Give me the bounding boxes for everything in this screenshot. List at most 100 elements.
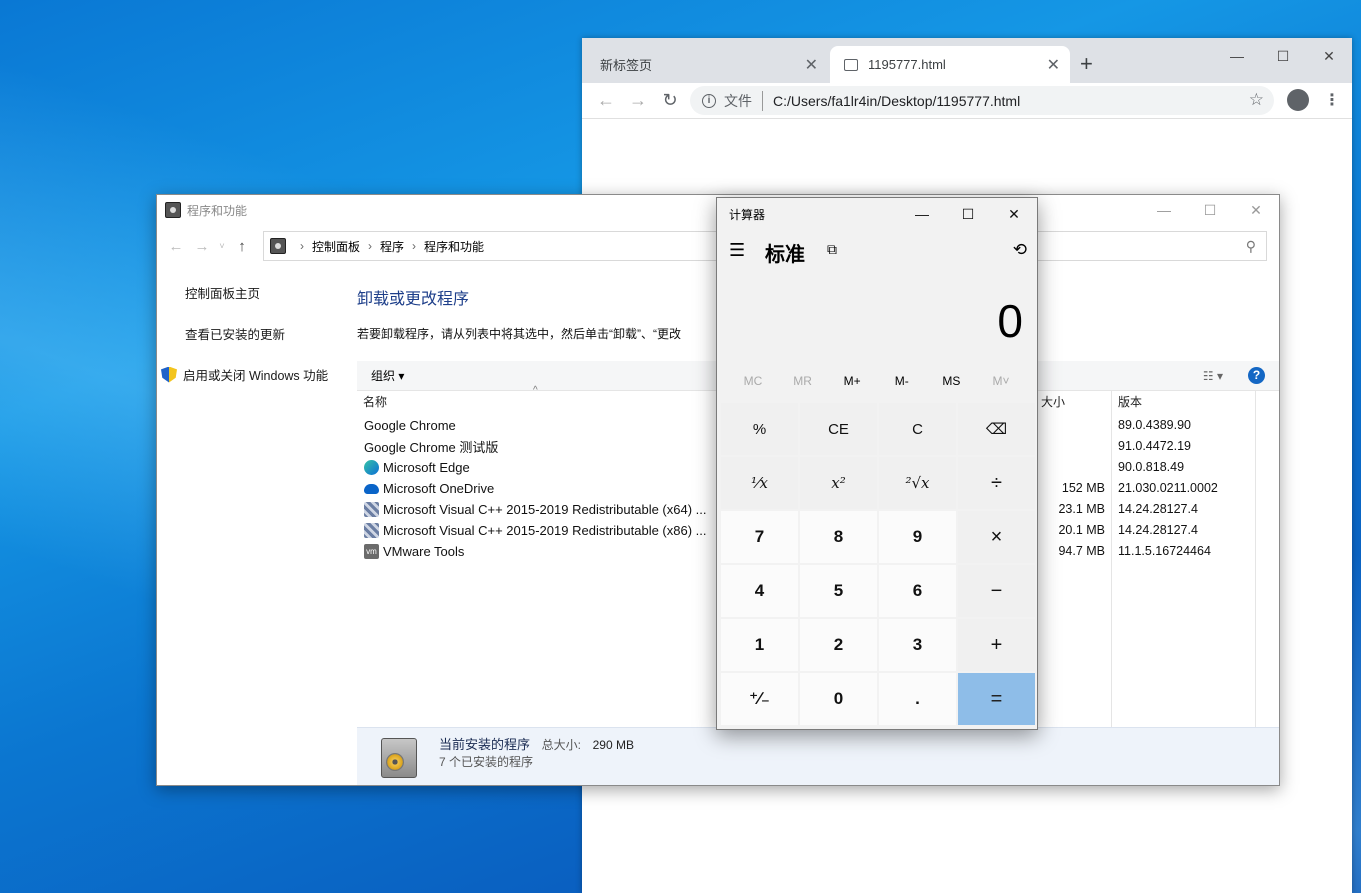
search-icon[interactable]: ⚲: [1246, 238, 1256, 255]
version-cell: 14.24.28127.4: [1118, 523, 1198, 537]
star-icon[interactable]: ☆: [1249, 90, 1264, 110]
recent-chevron-icon[interactable]: ˅: [215, 241, 229, 251]
edge-icon: [364, 460, 379, 475]
minimize-icon[interactable]: —: [1141, 195, 1187, 225]
multiply-key[interactable]: ×: [958, 511, 1035, 563]
view-options-icon[interactable]: ☷ ▾: [1203, 369, 1223, 383]
digit-7-key[interactable]: 7: [721, 511, 798, 563]
window-controls: — ☐ ✕: [1141, 195, 1279, 225]
memory-add-button[interactable]: M+: [832, 374, 872, 388]
tab-label: 新标签页: [600, 58, 653, 73]
close-icon[interactable]: ✕: [991, 198, 1037, 230]
decimal-key[interactable]: .: [879, 673, 956, 725]
list-item[interactable]: vm VMware Tools: [364, 541, 706, 562]
tab-html-file[interactable]: 1195777.html ✕: [830, 46, 1070, 83]
column-header-name[interactable]: 名称: [363, 393, 387, 410]
list-item[interactable]: Microsoft Edge: [364, 457, 706, 478]
address-bar[interactable]: i 文件 C:/Users/fa1lr4in/Desktop/1195777.h…: [690, 86, 1274, 115]
sidebar-link-home[interactable]: 控制面板主页: [185, 283, 352, 302]
installer-icon: [364, 523, 379, 538]
sort-ascending-icon: ^: [533, 385, 538, 396]
memory-subtract-button[interactable]: M-: [882, 374, 922, 388]
version-cell: 90.0.818.49: [1118, 460, 1185, 474]
digit-0-key[interactable]: 0: [800, 673, 877, 725]
maximize-icon[interactable]: ☐: [1260, 42, 1306, 70]
memory-recall-button[interactable]: MR: [783, 374, 823, 388]
up-icon[interactable]: ↑: [229, 238, 255, 255]
help-icon[interactable]: ?: [1248, 367, 1265, 384]
column-header-version[interactable]: 版本: [1118, 393, 1142, 410]
vmware-icon: vm: [364, 544, 379, 559]
close-icon[interactable]: ✕: [1047, 55, 1060, 75]
divide-key[interactable]: ÷: [958, 457, 1035, 509]
column-header-size[interactable]: 大小: [1041, 393, 1065, 410]
new-tab-button[interactable]: +: [1080, 51, 1093, 77]
clear-entry-key[interactable]: CE: [800, 403, 877, 455]
list-item[interactable]: Google Chrome 测试版: [364, 436, 961, 468]
backspace-key[interactable]: ⌫: [958, 403, 1035, 455]
info-icon[interactable]: i: [702, 93, 716, 108]
digit-6-key[interactable]: 6: [879, 565, 956, 617]
sidebar-link-features[interactable]: 启用或关闭 Windows 功能: [161, 365, 328, 384]
main-header: 卸载或更改程序 若要卸载程序，请从列表中将其选中，然后单击“卸载”、“更改: [357, 285, 681, 342]
reload-icon[interactable]: ↻: [654, 90, 686, 111]
percent-key[interactable]: %: [721, 403, 798, 455]
minimize-icon[interactable]: —: [899, 198, 945, 230]
sidebar-link-updates[interactable]: 查看已安装的更新: [185, 324, 352, 343]
maximize-icon[interactable]: ☐: [1187, 195, 1233, 225]
keep-on-top-icon[interactable]: ⧉: [827, 241, 837, 258]
square-key[interactable]: x²: [800, 457, 877, 509]
list-item[interactable]: Google Chrome: [364, 415, 961, 468]
subtract-key[interactable]: −: [958, 565, 1035, 617]
digit-4-key[interactable]: 4: [721, 565, 798, 617]
digit-3-key[interactable]: 3: [879, 619, 956, 671]
memory-list-button[interactable]: M˅: [981, 374, 1021, 388]
tab-new-tab[interactable]: 新标签页 ✕: [586, 46, 828, 83]
list-item[interactable]: Microsoft Visual C++ 2015-2019 Redistrib…: [364, 520, 706, 541]
hamburger-menu-icon[interactable]: ☰: [729, 240, 745, 261]
forward-icon[interactable]: →: [622, 90, 654, 111]
reciprocal-key[interactable]: ¹⁄x: [721, 457, 798, 509]
digit-9-key[interactable]: 9: [879, 511, 956, 563]
close-icon[interactable]: ✕: [1306, 42, 1352, 70]
list-item[interactable]: Microsoft Visual C++ 2015-2019 Redistrib…: [364, 499, 706, 520]
sidebar: 控制面板主页 查看已安装的更新 启用或关闭 Windows 功能: [161, 283, 352, 406]
minimize-icon[interactable]: —: [1214, 42, 1260, 70]
digit-2-key[interactable]: 2: [800, 619, 877, 671]
memory-clear-button[interactable]: MC: [733, 374, 773, 388]
back-icon[interactable]: ←: [163, 238, 189, 255]
version-cell: 14.24.28127.4: [1118, 502, 1198, 516]
tab-strip: 新标签页 ✕ 1195777.html ✕ + — ☐ ✕: [582, 38, 1352, 83]
sqrt-key[interactable]: ²√x: [879, 457, 956, 509]
forward-icon[interactable]: →: [189, 238, 215, 255]
version-column: 89.0.4389.90 91.0.4472.19 90.0.818.49 21…: [1118, 415, 1218, 562]
list-item[interactable]: Microsoft OneDrive: [364, 478, 706, 499]
maximize-icon[interactable]: ☐: [945, 198, 991, 230]
page-description: 若要卸载程序，请从列表中将其选中，然后单击“卸载”、“更改: [357, 327, 681, 341]
installer-icon: [364, 502, 379, 517]
sidebar-link-label: 启用或关闭 Windows 功能: [183, 369, 329, 383]
digit-8-key[interactable]: 8: [800, 511, 877, 563]
chevron-right-icon: ›: [412, 239, 417, 253]
address-text[interactable]: C:/Users/fa1lr4in/Desktop/1195777.html: [773, 93, 1020, 109]
history-icon[interactable]: ⟲: [1013, 240, 1027, 260]
organize-button[interactable]: 组织 ▾: [371, 367, 404, 384]
digit-5-key[interactable]: 5: [800, 565, 877, 617]
equals-key[interactable]: =: [958, 673, 1035, 725]
status-title: 当前安装的程序: [439, 737, 531, 752]
breadcrumb-item[interactable]: 控制面板: [312, 238, 360, 255]
close-icon[interactable]: ✕: [1233, 195, 1279, 225]
menu-icon[interactable]: ⋮: [1324, 90, 1340, 110]
clear-key[interactable]: C: [879, 403, 956, 455]
negate-key[interactable]: ⁺∕₋: [721, 673, 798, 725]
chevron-right-icon: ›: [368, 239, 373, 253]
breadcrumb-item[interactable]: 程序和功能: [424, 238, 484, 255]
memory-store-button[interactable]: MS: [931, 374, 971, 388]
back-icon[interactable]: ←: [590, 90, 622, 111]
close-icon[interactable]: ✕: [805, 55, 818, 75]
digit-1-key[interactable]: 1: [721, 619, 798, 671]
profile-avatar-icon[interactable]: [1287, 89, 1309, 111]
breadcrumb-item[interactable]: 程序: [380, 238, 404, 255]
add-key[interactable]: +: [958, 619, 1035, 671]
page-title: 卸载或更改程序: [357, 291, 470, 308]
